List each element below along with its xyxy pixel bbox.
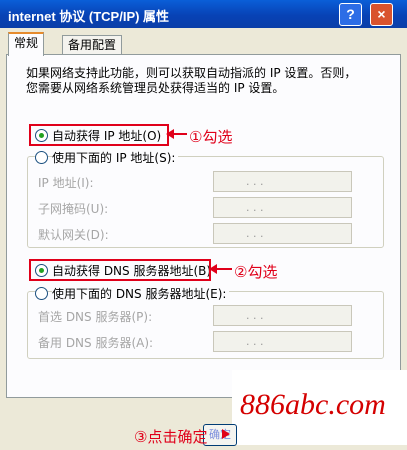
annotation-step-3: ③点击确定	[134, 428, 208, 446]
subnet-mask-label: 子网掩码(U):	[38, 202, 109, 216]
help-button[interactable]: ?	[339, 3, 362, 26]
ip-address-input[interactable]: . . .	[213, 171, 352, 192]
preferred-dns-label: 首选 DNS 服务器(P):	[38, 310, 153, 324]
arrow-1-line	[173, 133, 187, 135]
default-gateway-input[interactable]: . . .	[213, 223, 352, 244]
ip-address-value: . . .	[246, 175, 264, 188]
arrow-2-line	[216, 268, 232, 270]
window-title: internet 协议 (TCP/IP) 属性	[8, 9, 170, 24]
tab-general[interactable]: 常规	[8, 32, 45, 56]
description-line-1: 如果网络支持此功能，则可以获取自动指派的 IP 设置。否则，	[26, 66, 357, 80]
description-line-2: 您需要从网络系统管理员处获得适当的 IP 设置。	[26, 81, 285, 95]
watermark-panel: 886abc.com	[232, 370, 407, 445]
description-text: 如果网络支持此功能，则可以获取自动指派的 IP 设置。否则， 您需要从网络系统管…	[26, 66, 376, 96]
default-gateway-value: . . .	[246, 227, 264, 240]
annotation-step-2: ②勾选	[234, 263, 278, 281]
manual-ip-radio[interactable]	[35, 151, 48, 164]
annotation-step-1: ①勾选	[189, 128, 233, 146]
alternate-dns-value: . . .	[246, 335, 264, 348]
ip-address-label: IP 地址(I):	[38, 176, 94, 190]
highlight-box-1	[29, 124, 169, 146]
watermark-text: 886abc.com	[240, 388, 386, 421]
tab-alternate-config[interactable]: 备用配置	[62, 35, 123, 55]
subnet-mask-input[interactable]: . . .	[213, 197, 352, 218]
manual-ip-label[interactable]: 使用下面的 IP 地址(S):	[52, 149, 179, 166]
alternate-dns-input[interactable]: . . .	[213, 331, 352, 352]
manual-dns-radio[interactable]	[35, 287, 48, 300]
title-bar: internet 协议 (TCP/IP) 属性 ? ×	[0, 0, 407, 28]
manual-dns-label[interactable]: 使用下面的 DNS 服务器地址(E):	[52, 285, 230, 302]
preferred-dns-input[interactable]: . . .	[213, 305, 352, 326]
subnet-mask-value: . . .	[246, 201, 264, 214]
close-button[interactable]: ×	[370, 3, 393, 26]
alternate-dns-label: 备用 DNS 服务器(A):	[38, 336, 154, 350]
ok-button[interactable]: 确定	[203, 424, 237, 446]
arrow-3-head	[222, 429, 230, 439]
preferred-dns-value: . . .	[246, 309, 264, 322]
highlight-box-2	[29, 259, 211, 281]
default-gateway-label: 默认网关(D):	[38, 228, 109, 242]
